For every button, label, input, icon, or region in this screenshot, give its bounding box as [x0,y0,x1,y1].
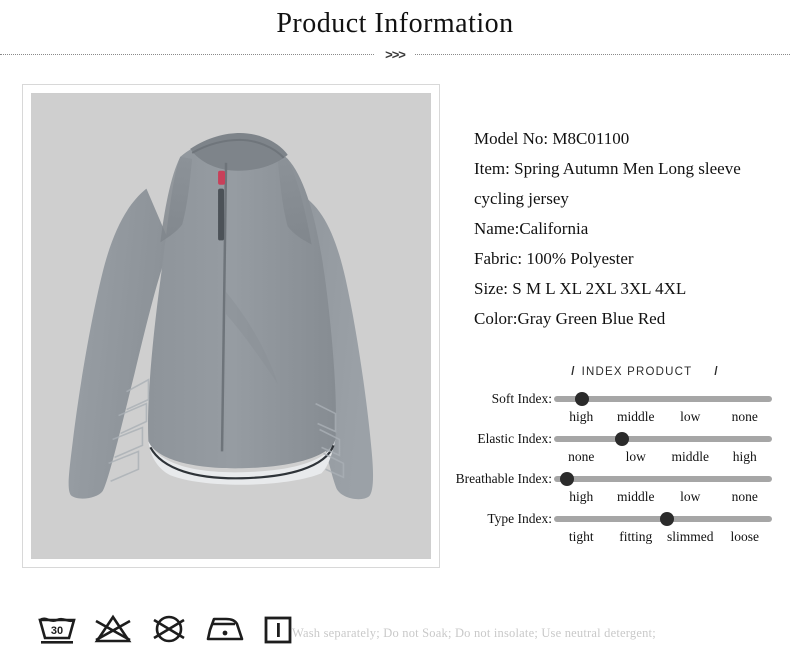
care-icon-row: 30 [36,612,296,646]
slider-row-type-index: Type Index: tight fitting slimmed loose [455,512,780,552]
spec-model-no: Model No: M8C01100 [474,129,630,148]
slider-option[interactable]: middle [609,489,664,505]
wash-temperature-label: 30 [51,625,63,637]
index-product-heading: / INDEX PRODUCT / [510,366,780,378]
slider-row-elastic-index: Elastic Index: none low middle high [455,432,780,472]
index-product-heading-label: INDEX PRODUCT [581,366,693,378]
slider-option[interactable]: low [609,449,664,465]
slider-option[interactable]: low [663,409,718,425]
slider-option[interactable]: high [554,409,609,425]
drip-dry-icon [264,616,292,644]
slider-option[interactable]: middle [663,449,718,465]
care-instructions-text: Wash separately; Do not Soak; Do not ins… [292,626,656,640]
slider-option[interactable]: none [718,489,773,505]
slider-track-breathable-index[interactable] [554,472,772,486]
spec-size: Size: S M L XL 2XL 3XL 4XL [474,279,687,298]
chevron-right-icon: >>> [375,47,415,62]
slider-label-soft-index: Soft Index: [491,391,552,406]
slider-option[interactable]: high [718,449,773,465]
slash-right: / [714,366,719,378]
slider-row-soft-index: Soft Index: high middle low none [455,392,780,432]
page-title: Product Information [276,8,514,39]
slider-option[interactable]: low [663,489,718,505]
slider-option[interactable]: tight [554,529,609,545]
spec-fabric: Fabric: 100% Polyester [474,249,634,268]
spec-item: Item: Spring Autumn Men Long sleeve cycl… [474,159,741,208]
spec-name: Name:California [474,219,589,238]
iron-low-icon [206,617,244,641]
do-not-bleach-icon [94,614,132,643]
slider-option[interactable]: fitting [609,529,664,545]
slider-option[interactable]: loose [718,529,773,545]
slider-options-soft-index: high middle low none [554,409,772,425]
slider-track-type-index[interactable] [554,512,772,526]
slash-left: / [571,366,576,378]
slider-options-breathable-index: high middle low none [554,489,772,505]
slider-track-elastic-index[interactable] [554,432,772,446]
slider-options-elastic-index: none low middle high [554,449,772,465]
slider-option[interactable]: high [554,489,609,505]
do-not-tumble-dry-icon [153,615,185,643]
header-divider: >>> [0,45,790,67]
slider-label-breathable-index: Breathable Index: [455,471,552,486]
cycling-jersey-illustration [31,93,431,559]
product-image [31,93,431,559]
slider-label-elastic-index: Elastic Index: [477,431,552,446]
care-instructions-section: 30 Wash separately; Do not Soak; Do not … [36,612,776,660]
slider-options-type-index: tight fitting slimmed loose [554,529,772,545]
product-spec-list: Model No: M8C01100 Item: Spring Autumn M… [474,124,774,334]
spec-color: Color:Gray Green Blue Red [474,309,666,328]
product-image-frame [22,84,440,568]
slider-row-breathable-index: Breathable Index: high middle low none [455,472,780,512]
divider-chevron-marker: >>> [0,45,790,65]
slider-handle-elastic-index[interactable] [614,432,629,446]
page-header: Product Information >>> [0,0,790,70]
slider-option[interactable]: none [554,449,609,465]
slider-option[interactable]: middle [609,409,664,425]
index-product-section: / INDEX PRODUCT / Soft Index: high middle … [455,366,780,552]
slider-handle-soft-index[interactable] [575,392,590,406]
slider-handle-type-index[interactable] [660,512,675,526]
slider-track-soft-index[interactable] [554,392,772,406]
slider-label-type-index: Type Index: [487,511,552,526]
slider-option[interactable]: none [718,409,773,425]
slider-option[interactable]: slimmed [663,529,718,545]
slider-handle-breathable-index[interactable] [560,472,575,486]
wash-30-icon: 30 [38,617,76,644]
